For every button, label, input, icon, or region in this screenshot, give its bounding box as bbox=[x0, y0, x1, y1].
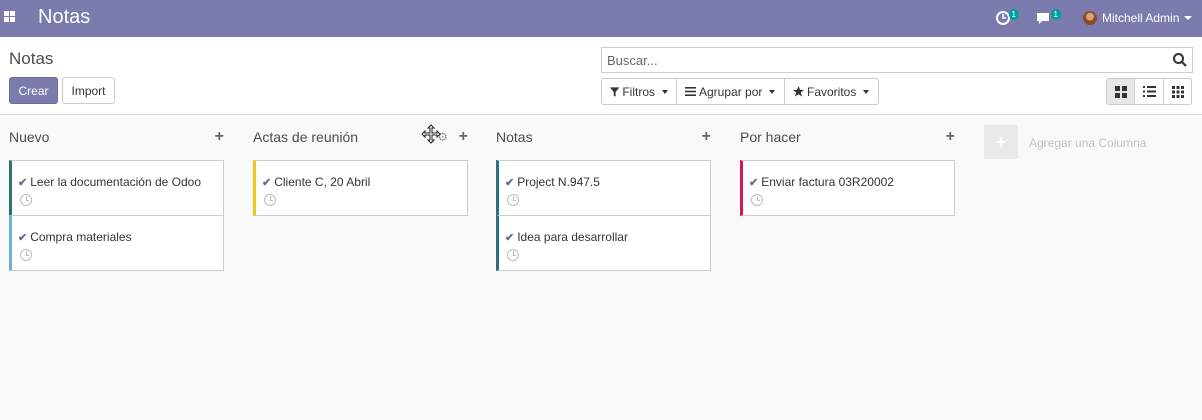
search-input[interactable] bbox=[602, 48, 1162, 72]
list-view-button[interactable] bbox=[1135, 78, 1164, 105]
chevron-down-icon bbox=[769, 89, 776, 94]
checkmark-icon: ✔ bbox=[505, 176, 515, 189]
app-title[interactable]: Notas bbox=[38, 6, 90, 29]
filters-dropdown[interactable]: Filtros bbox=[601, 78, 677, 105]
filters-label: Filtros bbox=[622, 84, 655, 99]
chat-icon bbox=[1037, 13, 1049, 24]
column-title: Notas bbox=[496, 129, 533, 145]
activity-badge: 1 bbox=[1008, 9, 1019, 20]
add-card-icon[interactable]: + bbox=[702, 128, 711, 146]
groupby-dropdown[interactable]: Agrupar por bbox=[677, 78, 785, 105]
import-button[interactable]: Import bbox=[62, 77, 115, 104]
column-title: Actas de reunión bbox=[253, 129, 359, 145]
kanban-card[interactable]: ✔ Idea para desarrollar bbox=[496, 215, 711, 271]
checkmark-icon: ✔ bbox=[18, 231, 28, 244]
add-column-label[interactable]: Agregar una Columna bbox=[1029, 136, 1146, 150]
filter-icon bbox=[610, 86, 620, 97]
avatar bbox=[1083, 11, 1097, 25]
messaging-button[interactable]: 1 bbox=[1035, 9, 1061, 27]
grid-icon bbox=[1171, 85, 1184, 98]
column-header: Por hacer + bbox=[740, 128, 955, 148]
bars-icon bbox=[685, 87, 696, 96]
clock-icon[interactable] bbox=[751, 194, 763, 206]
favorites-label: Favoritos bbox=[807, 84, 857, 99]
chat-badge: 1 bbox=[1050, 9, 1061, 20]
clock-icon[interactable] bbox=[20, 249, 32, 261]
kanban-card[interactable]: ✔ Project N.947.5 bbox=[496, 160, 711, 216]
checkmark-icon: ✔ bbox=[18, 176, 28, 189]
plus-icon[interactable]: + bbox=[984, 125, 1018, 159]
chevron-down-icon bbox=[863, 89, 870, 94]
top-navbar: Notas 1 1 Mitchell Admin bbox=[0, 0, 1202, 37]
create-button[interactable]: Crear bbox=[9, 77, 58, 104]
kanban-card[interactable]: ✔ Enviar factura 03R20002 bbox=[740, 160, 955, 216]
kanban-card[interactable]: ✔ Leer la documentación de Odoo bbox=[9, 160, 224, 216]
card-title: Idea para desarrollar bbox=[517, 230, 628, 244]
card-title: Compra materiales bbox=[30, 230, 132, 244]
kanban-icon bbox=[1114, 85, 1127, 98]
kanban-view-button[interactable] bbox=[1106, 78, 1135, 105]
column-title: Por hacer bbox=[740, 129, 801, 145]
kanban-board: Nuevo + ✔ Leer la documentación de Odoo ✔… bbox=[0, 116, 1202, 420]
user-menu[interactable]: Mitchell Admin bbox=[1083, 9, 1193, 27]
search-icon[interactable] bbox=[1172, 52, 1188, 68]
checkmark-icon: ✔ bbox=[749, 176, 759, 189]
column-title: Nuevo bbox=[9, 129, 50, 145]
clock-icon[interactable] bbox=[507, 194, 519, 206]
card-title: Enviar factura 03R20002 bbox=[761, 175, 894, 189]
checkmark-icon: ✔ bbox=[262, 176, 272, 189]
card-title: Project N.947.5 bbox=[517, 175, 600, 189]
search-box bbox=[601, 47, 1193, 73]
groupby-label: Agrupar por bbox=[699, 84, 763, 99]
add-card-icon[interactable]: + bbox=[215, 128, 224, 146]
clock-icon[interactable] bbox=[264, 194, 276, 206]
user-name: Mitchell Admin bbox=[1102, 11, 1180, 25]
activity-button[interactable]: 1 bbox=[995, 9, 1019, 27]
kanban-card[interactable]: ✔ Compra materiales bbox=[9, 215, 224, 271]
apps-menu-icon[interactable] bbox=[4, 11, 15, 22]
checkmark-icon: ✔ bbox=[505, 231, 515, 244]
grid-view-button[interactable] bbox=[1164, 78, 1192, 105]
chevron-down-icon bbox=[662, 89, 668, 94]
add-card-icon[interactable]: + bbox=[946, 128, 955, 146]
clock-icon[interactable] bbox=[507, 249, 519, 261]
control-panel: Notas Crear Import Filtros Agrupar por F… bbox=[0, 37, 1202, 115]
star-icon bbox=[793, 86, 804, 97]
move-cursor-icon bbox=[421, 124, 441, 144]
card-title: Cliente C, 20 Abril bbox=[274, 175, 371, 189]
breadcrumb: Notas bbox=[9, 49, 54, 68]
add-card-icon[interactable]: + bbox=[459, 128, 468, 146]
card-title: Leer la documentación de Odoo bbox=[30, 175, 202, 189]
chevron-down-icon bbox=[1184, 16, 1193, 20]
column-header: Nuevo + bbox=[9, 128, 224, 148]
kanban-card[interactable]: ✔ Cliente C, 20 Abril bbox=[253, 160, 468, 216]
favorites-dropdown[interactable]: Favoritos bbox=[785, 78, 879, 105]
column-header: Notas + bbox=[496, 128, 711, 148]
list-icon bbox=[1142, 86, 1156, 97]
clock-icon[interactable] bbox=[20, 194, 32, 206]
